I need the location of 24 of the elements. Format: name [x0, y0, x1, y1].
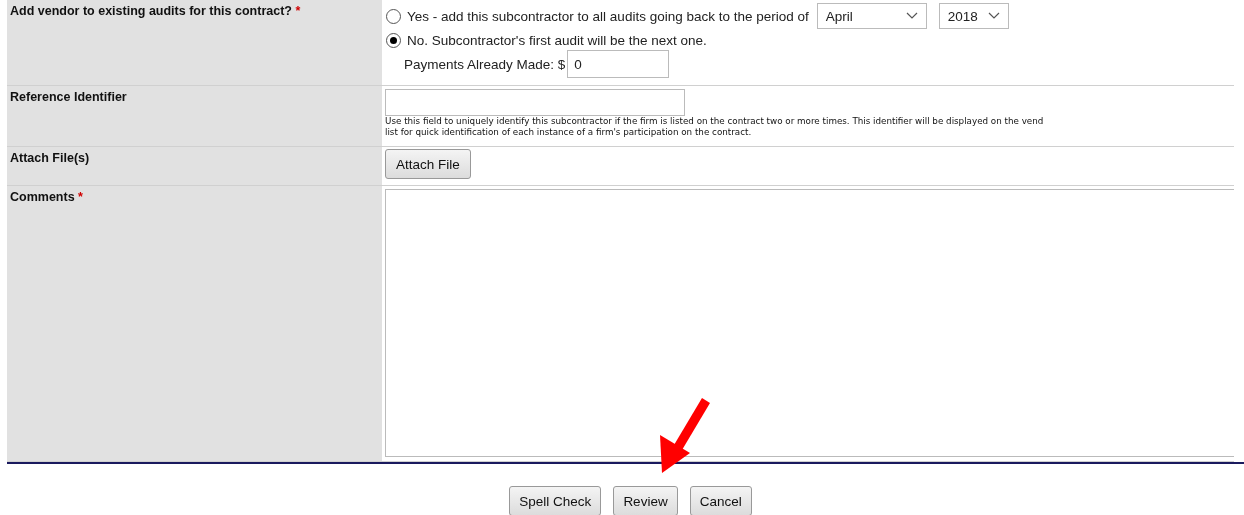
field-label: Reference Identifier — [10, 90, 127, 104]
action-button[interactable]: Review — [613, 486, 678, 515]
payments-label: Payments Already Made: $ — [404, 56, 566, 72]
field-label: Add vendor to existing audits for this contract? — [10, 4, 292, 18]
help-text: Use this field to uniquely identify this subcontractor if the firm is listed on the contract two or more times. This identifier will be displayed on the vend — [385, 116, 1045, 127]
comments-field[interactable] — [385, 189, 1234, 457]
action-button[interactable]: Spell Check — [509, 486, 602, 515]
required-marker: * — [78, 190, 83, 204]
year-dropdown[interactable]: 2018 — [938, 3, 1009, 29]
radio-button[interactable] — [386, 32, 401, 48]
month-dropdown[interactable]: April — [816, 3, 927, 29]
attach-file-button[interactable]: Attach File — [385, 149, 471, 179]
chevron-down-icon — [905, 12, 918, 20]
payments-field[interactable]: 0 — [567, 50, 670, 78]
option-label: Yes - add this subcontractor to all audits going back to the period of — [407, 8, 809, 24]
help-text: list for quick identification of each instance of a firm's participation on the contract. — [385, 127, 753, 138]
field-label: Attach File(s) — [10, 151, 90, 165]
field-label: Comments — [10, 190, 75, 204]
required-marker: * — [295, 4, 301, 18]
option-label: No. Subcontractor's first audit will be the next one. — [407, 32, 707, 48]
radio-button[interactable] — [386, 8, 401, 24]
reference-field[interactable] — [385, 89, 685, 116]
chevron-down-icon — [987, 12, 1000, 20]
action-button[interactable]: Cancel — [689, 486, 752, 515]
